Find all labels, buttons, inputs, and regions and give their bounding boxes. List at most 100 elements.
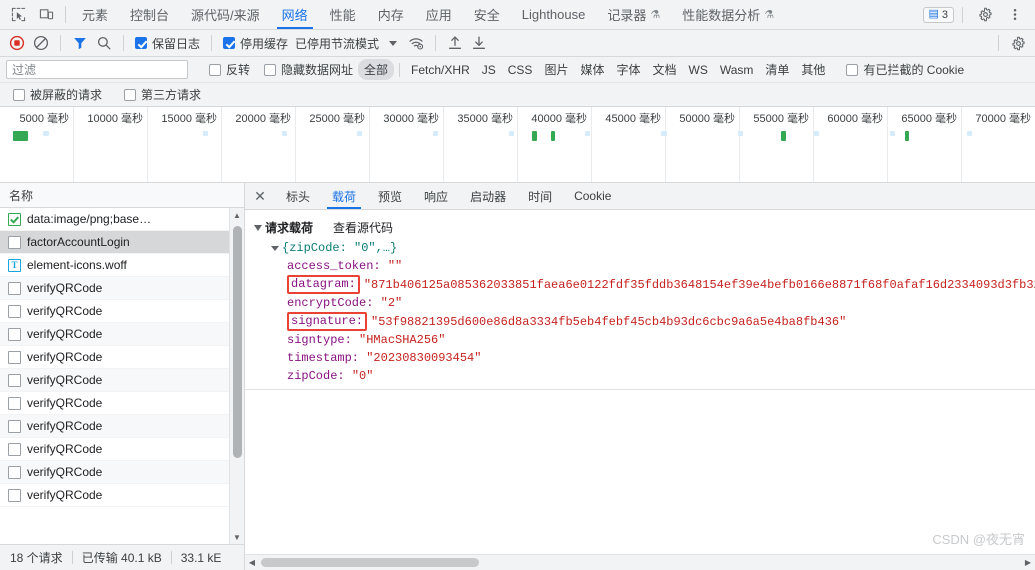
timeline-request-bar [966, 131, 972, 136]
request-list-item[interactable]: verifyQRCode [0, 277, 244, 300]
more-vertical-icon[interactable] [1001, 7, 1029, 22]
request-list-item[interactable]: verifyQRCode [0, 438, 244, 461]
gear-icon[interactable] [971, 7, 999, 22]
invert-checkbox[interactable]: 反转 [206, 61, 253, 78]
filter-input[interactable] [6, 60, 188, 79]
inspect-element-icon[interactable] [4, 0, 32, 29]
close-icon[interactable]: ✕ [245, 183, 275, 209]
request-list-item[interactable]: factorAccountLogin [0, 231, 244, 254]
tab-sources[interactable]: 源代码/来源 [180, 0, 271, 29]
request-list-item[interactable]: Telement-icons.woff [0, 254, 244, 277]
tab-network[interactable]: 网络 [271, 0, 319, 29]
tab-performance[interactable]: 性能 [319, 0, 367, 29]
throttling-label[interactable]: 已停用节流模式 [293, 35, 381, 52]
request-list-item[interactable]: verifyQRCode [0, 346, 244, 369]
resource-filter-wasm[interactable]: Wasm [714, 61, 760, 79]
hide-data-urls-checkbox[interactable]: 隐藏数据网址 [261, 61, 356, 78]
network-settings-gear-icon[interactable] [1007, 32, 1029, 54]
checkbox-box [209, 63, 221, 76]
search-icon[interactable] [93, 32, 115, 54]
payload-field[interactable]: access_token: "" [245, 257, 1035, 275]
record-stop-icon[interactable] [6, 32, 28, 54]
detail-tab-label: 标头 [286, 189, 311, 204]
resource-filter-fetch-xhr[interactable]: Fetch/XHR [405, 61, 476, 79]
tab-security[interactable]: 安全 [463, 0, 511, 29]
filter-funnel-icon[interactable] [69, 32, 91, 54]
scrollbar-thumb[interactable] [233, 226, 242, 458]
resource-filter-js[interactable]: JS [476, 61, 502, 79]
json-root-node[interactable]: {zipCode: "0",…} [245, 241, 1035, 255]
checkbox-box [13, 88, 25, 101]
request-list-item[interactable]: verifyQRCode [0, 415, 244, 438]
resource-filter-media[interactable]: 媒体 [574, 59, 610, 80]
expand-triangle-icon[interactable] [254, 224, 262, 231]
payload-field[interactable]: encryptCode: "2" [245, 294, 1035, 312]
resource-filter-ws[interactable]: WS [683, 61, 714, 79]
request-list-item[interactable]: verifyQRCode [0, 392, 244, 415]
expand-triangle-icon[interactable] [271, 245, 279, 251]
resource-filter-font[interactable]: 字体 [610, 59, 646, 80]
tab-elements[interactable]: 元素 [71, 0, 119, 29]
detail-tab-label: 载荷 [332, 189, 357, 204]
tab-application[interactable]: 应用 [415, 0, 463, 29]
request-name: verifyQRCode [27, 373, 103, 387]
detail-tab-headers[interactable]: 标头 [275, 183, 321, 209]
resource-filter-doc[interactable]: 文档 [646, 59, 682, 80]
payload-field[interactable]: signature: "53f98821395d600e86d8a3334fb5e… [287, 312, 1035, 331]
request-list-column-header[interactable]: 名称 [0, 183, 244, 208]
request-list-item[interactable]: verifyQRCode [0, 323, 244, 346]
blocked-requests-checkbox[interactable]: 被屏蔽的请求 [10, 86, 105, 103]
request-list-item[interactable]: verifyQRCode [0, 461, 244, 484]
request-list-item[interactable]: verifyQRCode [0, 300, 244, 323]
horizontal-scrollbar[interactable]: ◀ ▶ [245, 554, 1035, 570]
third-party-checkbox[interactable]: 第三方请求 [121, 86, 204, 103]
request-list-scrollbar[interactable]: ▲ ▼ [229, 208, 244, 544]
request-list[interactable]: data:image/png;base… factorAccountLogin Te… [0, 208, 244, 544]
resource-filter-manifest[interactable]: 清单 [759, 59, 795, 80]
payload-field[interactable]: signtype: "HMacSHA256" [245, 331, 1035, 349]
scroll-left-arrow-icon[interactable]: ◀ [245, 558, 259, 567]
issues-badge[interactable]: ▤ 3 [923, 6, 954, 23]
payload-field[interactable]: timestamp: "20230830093454" [245, 349, 1035, 367]
resource-filter-all[interactable]: 全部 [358, 59, 395, 80]
detail-tab-response[interactable]: 响应 [413, 183, 459, 209]
detail-tab-payload[interactable]: 载荷 [321, 183, 367, 209]
scroll-right-arrow-icon[interactable]: ▶ [1021, 558, 1035, 567]
request-list-item[interactable]: data:image/png;base… [0, 208, 244, 231]
resource-filter-other[interactable]: 其他 [795, 59, 831, 80]
detail-tab-timing[interactable]: 时间 [517, 183, 563, 209]
chevron-down-icon[interactable] [389, 40, 398, 46]
payload-field[interactable]: zipCode: "0" [245, 367, 1035, 385]
view-source-link[interactable]: 查看源代码 [333, 219, 393, 236]
request-list-item[interactable]: verifyQRCode [0, 484, 244, 507]
detail-tab-initiator[interactable]: 启动器 [459, 183, 517, 209]
preserve-log-checkbox[interactable]: 保留日志 [132, 35, 203, 52]
device-toolbar-icon[interactable] [32, 0, 60, 29]
detail-tab-preview[interactable]: 预览 [367, 183, 413, 209]
import-har-icon[interactable] [444, 32, 466, 54]
tab-performance-insights[interactable]: 性能数据分析 ⚗ [671, 0, 785, 29]
request-payload-title[interactable]: 请求载荷 [254, 219, 313, 236]
scroll-up-arrow-icon[interactable]: ▲ [230, 208, 244, 222]
tab-label: 应用 [425, 8, 452, 23]
resource-filter-img[interactable]: 图片 [538, 59, 574, 80]
tab-lighthouse[interactable]: Lighthouse [511, 0, 597, 29]
timeline-tick-label: 5000 毫秒 [19, 113, 69, 125]
tab-console[interactable]: 控制台 [119, 0, 180, 29]
network-overview-timeline[interactable]: 5000 毫秒 10000 毫秒 15000 毫秒 20000 毫秒 25000… [0, 107, 1035, 183]
export-har-icon[interactable] [468, 32, 490, 54]
scroll-down-arrow-icon[interactable]: ▼ [230, 530, 244, 544]
tab-memory[interactable]: 内存 [367, 0, 415, 29]
scrollbar-track[interactable] [259, 555, 1021, 570]
network-conditions-icon[interactable] [405, 32, 427, 54]
disable-cache-checkbox[interactable]: 停用缓存 [220, 35, 291, 52]
scrollbar-thumb[interactable] [261, 558, 479, 567]
tab-recorder[interactable]: 记录器 ⚗ [596, 0, 671, 29]
clear-icon[interactable] [30, 32, 52, 54]
blocked-cookies-checkbox[interactable]: 有已拦截的 Cookie [843, 61, 967, 78]
request-list-item[interactable]: verifyQRCode [0, 369, 244, 392]
detail-tab-cookies[interactable]: Cookie [563, 183, 622, 209]
tab-label: 源代码/来源 [191, 8, 260, 23]
resource-filter-css[interactable]: CSS [502, 61, 539, 79]
payload-field[interactable]: datagram: "871b406125a085362033851faea6e0… [287, 275, 1035, 294]
